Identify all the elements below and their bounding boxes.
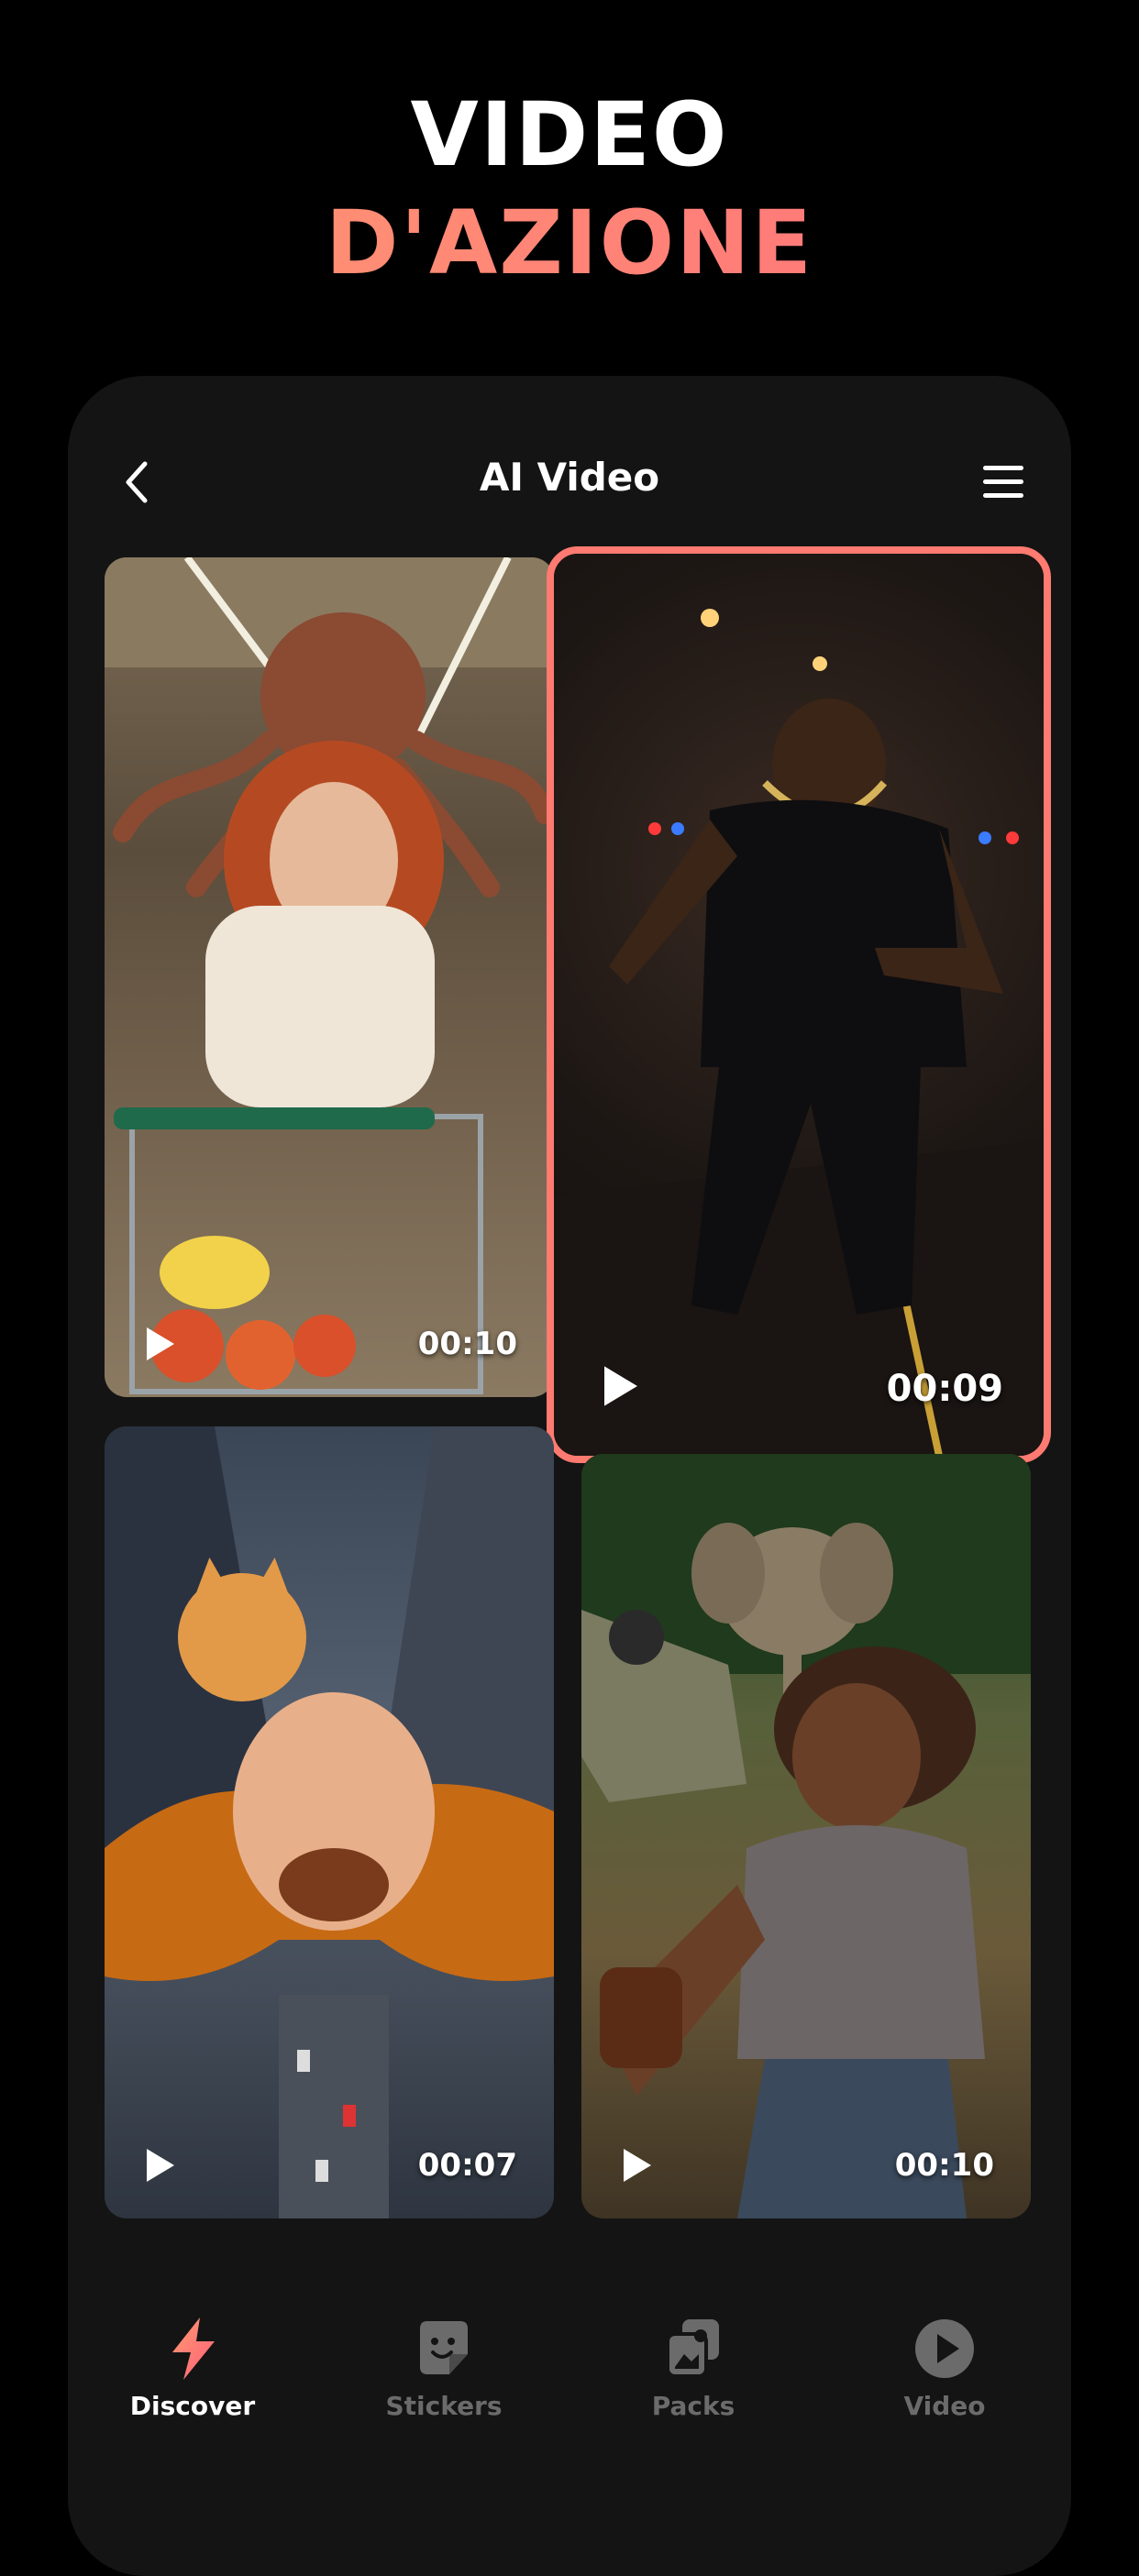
tab-label: Video <box>903 2391 986 2421</box>
hamburger-menu-icon[interactable] <box>978 457 1029 508</box>
tab-label: Stickers <box>385 2391 503 2421</box>
tab-label: Packs <box>651 2391 735 2421</box>
tab-video[interactable]: Video <box>853 2316 1036 2453</box>
lightning-icon <box>172 2317 215 2380</box>
jungle-elephant-scene-illustration <box>581 1454 1031 2218</box>
page-title: AI Video <box>479 455 660 500</box>
phone-frame: AI Video 00:10 00:09 00:07 00:10 <box>68 376 1071 2576</box>
tab-discover[interactable]: Discover <box>101 2316 284 2453</box>
video-duration: 00:10 <box>417 1326 517 1362</box>
bottom-tab-bar: Discover Stickers Packs Video <box>68 2301 1071 2464</box>
tab-label: Discover <box>129 2391 256 2421</box>
play-icon <box>604 1366 637 1406</box>
supermarket-scene-illustration <box>105 557 554 1394</box>
video-duration: 00:09 <box>886 1368 1003 1410</box>
headline-line-1: VIDEO <box>410 83 729 186</box>
video-card-2-selected[interactable]: 00:09 <box>547 546 1051 1463</box>
packs-icon <box>666 2319 719 2378</box>
video-duration: 00:07 <box>417 2147 517 2184</box>
night-chase-scene-illustration <box>554 609 1044 1456</box>
sticker-icon <box>420 2321 468 2374</box>
play-icon <box>147 2149 174 2182</box>
play-icon <box>147 1327 174 1360</box>
skyscraper-fall-scene-illustration <box>105 1426 554 2218</box>
video-card-3[interactable]: 00:07 <box>105 1426 554 2218</box>
top-bar: AI Video <box>68 431 1071 532</box>
video-card-1[interactable]: 00:10 <box>105 557 554 1397</box>
video-card-4[interactable]: 00:10 <box>581 1454 1031 2218</box>
video-duration: 00:10 <box>894 2147 994 2184</box>
play-icon <box>624 2149 651 2182</box>
tab-stickers[interactable]: Stickers <box>352 2316 536 2453</box>
tab-packs[interactable]: Packs <box>602 2316 785 2453</box>
headline-line-2: D'AZIONE <box>0 193 1139 293</box>
play-circle-icon <box>915 2319 974 2378</box>
